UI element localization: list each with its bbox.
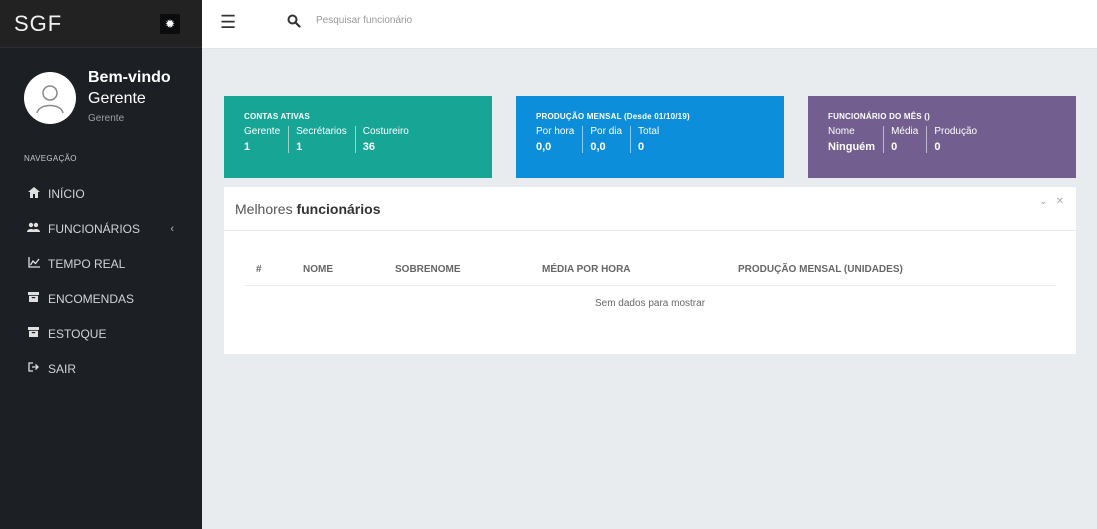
stat-value: Ninguém: [828, 141, 876, 153]
sidebar-item-label: SAIR: [48, 361, 77, 376]
panel-title: Melhores funcionários: [235, 201, 380, 217]
column-header-number[interactable]: #: [256, 264, 262, 275]
stat-label: Total: [638, 126, 660, 137]
gear-icon: ✹: [164, 17, 176, 31]
card-stat: Gerente 1: [244, 126, 290, 153]
box-icon: [27, 327, 40, 340]
card-title: PRODUÇÃO MENSAL (Desde 01/10/19): [536, 112, 690, 121]
stat-value: 1: [296, 141, 303, 153]
sidebar-item-label: ENCOMENDAS: [48, 291, 135, 306]
panel-tools: ⌄ ✕: [1031, 196, 1064, 207]
divider: [244, 285, 1056, 286]
search-icon[interactable]: [287, 14, 301, 28]
empty-table-message: Sem dados para mostrar: [594, 298, 706, 309]
stat-value: 36: [362, 141, 375, 153]
divider: [224, 230, 1076, 231]
card-columns: Gerente 1 Secrétarios 1 Costureiro 36: [244, 126, 492, 153]
card-stat: Produção 0: [934, 126, 985, 153]
sidebar-item-label: FUNCIONÁRIOS: [48, 221, 141, 236]
users-icon: [27, 222, 40, 235]
stat-label: Gerente: [244, 126, 281, 137]
nav-heading: NAVEGAÇÃO: [24, 154, 77, 163]
app-title: SGF: [14, 10, 63, 36]
sidebar-item-estoque[interactable]: ESTOQUE: [0, 316, 202, 351]
card-title: FUNCIONÁRIO DO MÊS (): [828, 112, 930, 121]
sign-out-icon: [27, 362, 40, 375]
card-stat: Nome Ninguém: [828, 126, 885, 153]
box-icon: [27, 292, 40, 305]
stat-label: Secrétarios: [296, 126, 347, 137]
active-accounts-card: CONTAS ATIVAS Gerente 1 Secrétarios 1 Co…: [224, 96, 492, 178]
stat-label: Nome: [828, 126, 855, 137]
panel-title-bold: funcionários: [296, 201, 381, 217]
sidebar-item-tempo-real[interactable]: TEMPO REAL: [0, 246, 202, 281]
top-bar: ☰: [202, 0, 1097, 49]
stat-value: 0: [934, 141, 941, 153]
column-header-name[interactable]: NOME: [303, 264, 333, 275]
nav-list: INÍCIO FUNCIONÁRIOS ‹ TEMPO REAL ENCOMEN…: [0, 176, 202, 386]
best-employees-panel: Melhores funcionários ⌄ ✕ # NOME SOBRENOM…: [224, 187, 1076, 354]
card-stat: Secrétarios 1: [296, 126, 356, 153]
card-title: CONTAS ATIVAS: [244, 112, 310, 121]
avatar: [24, 72, 76, 124]
card-columns: Por hora 0,0 Por dia 0,0 Total 0: [536, 126, 784, 153]
stat-value: 1: [244, 141, 251, 153]
user-name: Gerente: [88, 90, 146, 107]
sidebar-item-inicio[interactable]: INÍCIO: [0, 176, 202, 211]
stat-value: 0,0: [536, 141, 552, 153]
column-header-surname[interactable]: SOBRENOME: [395, 264, 461, 275]
settings-button[interactable]: ✹: [160, 14, 180, 34]
stat-value: 0: [638, 141, 645, 153]
sidebar-item-encomendas[interactable]: ENCOMENDAS: [0, 281, 202, 316]
stat-value: 0: [891, 141, 898, 153]
column-header-hourly-average[interactable]: MÉDIA POR HORA: [542, 264, 631, 275]
stat-label: Média: [891, 126, 919, 137]
card-stat: Por hora 0,0: [536, 126, 584, 153]
stat-label: Por hora: [536, 126, 575, 137]
stat-label: Costureiro: [362, 126, 409, 137]
stat-label: Por dia: [590, 126, 623, 137]
user-icon: [36, 85, 64, 114]
sidebar-item-funcionarios[interactable]: FUNCIONÁRIOS ‹: [0, 211, 202, 246]
monthly-production-card: PRODUÇÃO MENSAL (Desde 01/10/19) Por hor…: [516, 96, 784, 178]
sidebar-item-sair[interactable]: SAIR: [0, 351, 202, 386]
card-stat: Por dia 0,0: [590, 126, 632, 153]
sidebar-item-label: ESTOQUE: [48, 326, 107, 341]
brand-bar: SGF ✹: [0, 0, 202, 48]
card-stat: Média 0: [891, 126, 928, 153]
panel-title-plain: Melhores: [235, 201, 297, 217]
column-header-monthly-production[interactable]: PRODUÇÃO MENSAL (UNIDADES): [738, 264, 903, 275]
stat-label: Produção: [934, 126, 978, 137]
collapse-icon[interactable]: ⌄: [1039, 196, 1047, 207]
hamburger-menu-icon[interactable]: ☰: [220, 12, 236, 33]
home-icon: [27, 186, 40, 201]
stat-value: 0,0: [590, 141, 606, 153]
line-chart-icon: [27, 256, 40, 271]
close-icon[interactable]: ✕: [1056, 196, 1064, 207]
sidebar: SGF ✹ Bem-vindo Gerente Gerente NAVEGAÇÃ…: [0, 0, 202, 529]
employee-of-month-card: FUNCIONÁRIO DO MÊS () Nome Ninguém Média…: [808, 96, 1076, 178]
sidebar-item-label: TEMPO REAL: [48, 256, 126, 271]
card-stat: Total 0: [638, 126, 667, 153]
sidebar-item-label: INÍCIO: [48, 186, 85, 201]
chevron-left-icon: ‹: [170, 222, 174, 235]
user-role: Gerente: [88, 113, 125, 124]
search-input[interactable]: [316, 15, 616, 26]
welcome-text: Bem-vindo: [88, 69, 171, 86]
card-stat: Costureiro 36: [363, 126, 417, 153]
card-columns: Nome Ninguém Média 0 Produção 0: [828, 126, 1076, 153]
